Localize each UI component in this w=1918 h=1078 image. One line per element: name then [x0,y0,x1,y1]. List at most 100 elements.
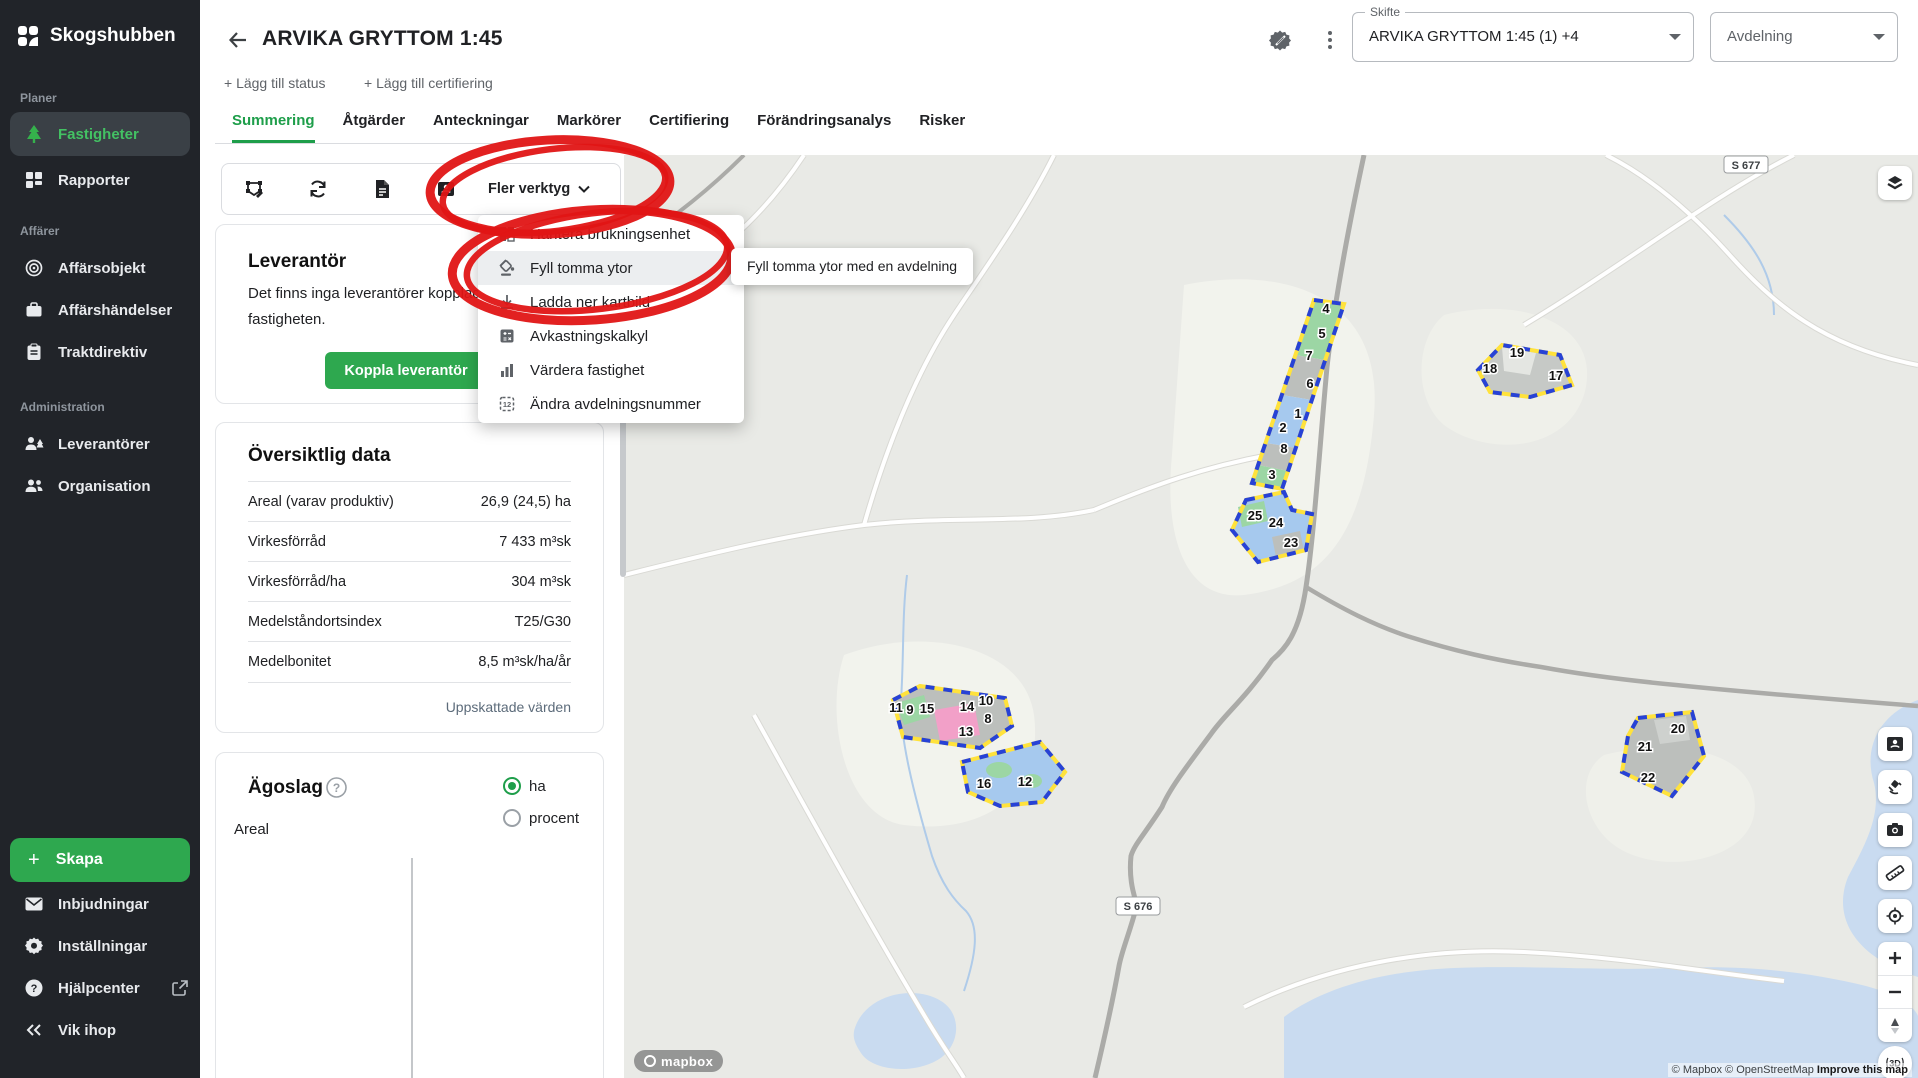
sidebar-item-leverantorer[interactable]: Leverantörer [10,424,190,464]
tab-anteckningar[interactable]: Anteckningar [433,112,529,143]
svg-text:24: 24 [1269,515,1284,530]
more-tools-button[interactable]: Fler verktyg [478,181,600,197]
svg-text:23: 23 [1284,535,1298,550]
attribution-osm-link[interactable]: © OpenStreetMap [1725,1064,1814,1076]
svg-text:10: 10 [979,693,993,708]
overview-data-card: Översiktlig data Areal (varav produktiv)… [215,422,604,733]
svg-text:16: 16 [977,776,991,791]
compass-button[interactable] [1878,1008,1912,1042]
locate-button[interactable] [1878,899,1912,933]
attribution-mapbox-link[interactable]: © Mapbox [1672,1064,1722,1076]
connect-supplier-button[interactable]: Koppla leverantör [325,352,487,389]
menu-item-avkastningskalkyl[interactable]: Avkastningskalkyl [478,319,744,353]
document-icon [376,180,389,198]
more-tools-label: Fler verktyg [488,181,571,197]
compass-icon [1887,1017,1903,1035]
svg-text:6: 6 [1306,376,1313,391]
svg-text:7: 7 [1305,348,1312,363]
svg-text:12: 12 [503,400,511,409]
renumber-icon: 12 [498,395,516,413]
mapbox-logo-icon [644,1055,656,1067]
person-tree-icon [24,434,44,454]
sidebar-item-rapporter[interactable]: Rapporter [10,160,190,200]
polygon-select-icon [246,181,263,198]
mapbox-watermark[interactable]: mapbox [634,1050,724,1072]
svg-text:14: 14 [960,699,975,714]
map-canvas[interactable]: S 677 S 676 4 5 7 6 1 2 8 3 25 24 23 18 … [624,155,1918,1078]
sync-button[interactable] [286,164,350,214]
back-button[interactable] [226,28,250,52]
add-status-link[interactable]: + Lägg till status [224,75,326,91]
envelope-icon [24,894,44,914]
screenshot-button[interactable] [1878,813,1912,847]
table-row: Areal (varav produktiv) 26,9 (24,5) ha [248,481,571,522]
tab-certifiering[interactable]: Certifiering [649,112,729,143]
sidebar-item-organisation[interactable]: Organisation [10,466,190,506]
panel-scrollbar[interactable] [620,412,626,577]
table-row: Virkesförråd 7 433 m³sk [248,521,571,562]
layers-button[interactable] [1878,166,1912,200]
add-certification-link[interactable]: + Lägg till certifiering [364,75,493,91]
sidebar-item-installningar[interactable]: Inställningar [10,926,190,966]
zoom-out-button[interactable] [1878,974,1912,1009]
chevron-down-icon [1669,34,1681,40]
svg-text:21: 21 [1638,739,1652,754]
skifte-select-value: ARVIKA GRYTTOM 1:45 (1) +4 [1369,28,1579,45]
satellite-button[interactable] [1878,770,1912,804]
agoslag-card: Ägoslag ? ha procent Areal [215,752,604,1078]
sidebar-item-traktdirektiv[interactable]: Traktdirektiv [10,332,190,372]
help-circle-icon: ? [24,978,44,998]
help-circle-icon[interactable]: ? [326,777,347,798]
menu-item-andra-avdelningsnummer[interactable]: 12 Ändra avdelningsnummer [478,387,744,421]
tab-forandringsanalys[interactable]: Förändringsanalys [757,112,891,143]
sidebar-item-label: Inbjudningar [58,895,149,913]
menu-item-hantera-brukningsenhet[interactable]: Hantera brukningsenhet [478,217,744,251]
page-title: ARVIKA GRYTTOM 1:45 [262,27,503,50]
pine-tree-icon [24,124,44,144]
contact-card-button[interactable] [414,164,478,214]
section-label-administration: Administration [20,400,105,414]
sync-icon [310,180,326,198]
unit-radio-procent[interactable]: procent [503,809,579,827]
avdelning-select[interactable]: Avdelning [1710,12,1898,62]
unit-radio-ha[interactable]: ha [503,777,546,795]
tab-summering[interactable]: Summering [232,112,315,143]
sidebar-item-affarsobjekt[interactable]: Affärsobjekt [10,248,190,288]
sidebar-item-inbjudningar[interactable]: Inbjudningar [10,884,190,924]
tab-risker[interactable]: Risker [919,112,965,143]
clipboard-icon [24,342,44,362]
menu-item-ladda-ner-kartbild[interactable]: Ladda ner kartbild [478,285,744,319]
settings-edit-icon[interactable] [1268,28,1292,52]
sidebar-item-fastigheter[interactable]: Fastigheter [10,112,190,156]
improve-map-link[interactable]: Improve this map [1817,1064,1908,1076]
create-button[interactable]: + Skapa [10,838,190,882]
zoom-in-button[interactable] [1878,942,1912,975]
menu-item-fyll-tomma-ytor[interactable]: Fyll tomma ytor [478,251,744,285]
road-shield-s677: S 677 [1723,155,1769,174]
measure-button[interactable] [1878,856,1912,890]
svg-text:19: 19 [1510,345,1524,360]
gear-icon [24,936,44,956]
sidebar-item-vik-ihop[interactable]: Vik ihop [10,1010,190,1050]
tab-bar: Summering Åtgärder Anteckningar Markörer… [232,112,965,143]
target-icon [24,258,44,278]
kebab-menu-icon[interactable] [1318,28,1342,52]
sidebar-item-label: Organisation [58,477,151,495]
sidebar-item-hjalpcenter[interactable]: ? Hjälpcenter [10,968,190,1008]
locate-icon [1885,906,1905,926]
draw-polygon-button[interactable] [222,164,286,214]
skifte-select[interactable]: Skifte ARVIKA GRYTTOM 1:45 (1) +4 [1352,5,1694,62]
svg-text:?: ? [333,781,340,795]
section-label-affarer: Affärer [20,224,60,238]
radio-selected-icon [503,777,521,795]
parcel-info-button[interactable] [1878,727,1912,761]
app-logo[interactable]: Skogshubben [16,24,176,48]
document-button[interactable] [350,164,414,214]
tab-markorer[interactable]: Markörer [557,112,621,143]
sidebar-item-affarshandelser[interactable]: Affärshändelser [10,290,190,330]
paint-bucket-icon [498,259,516,277]
svg-text:8: 8 [1280,441,1287,456]
menu-item-vardera-fastighet[interactable]: Värdera fastighet [478,353,744,387]
tab-atgarder[interactable]: Åtgärder [343,112,406,143]
map-attribution: © Mapbox © OpenStreetMap Improve this ma… [1667,1063,1912,1077]
